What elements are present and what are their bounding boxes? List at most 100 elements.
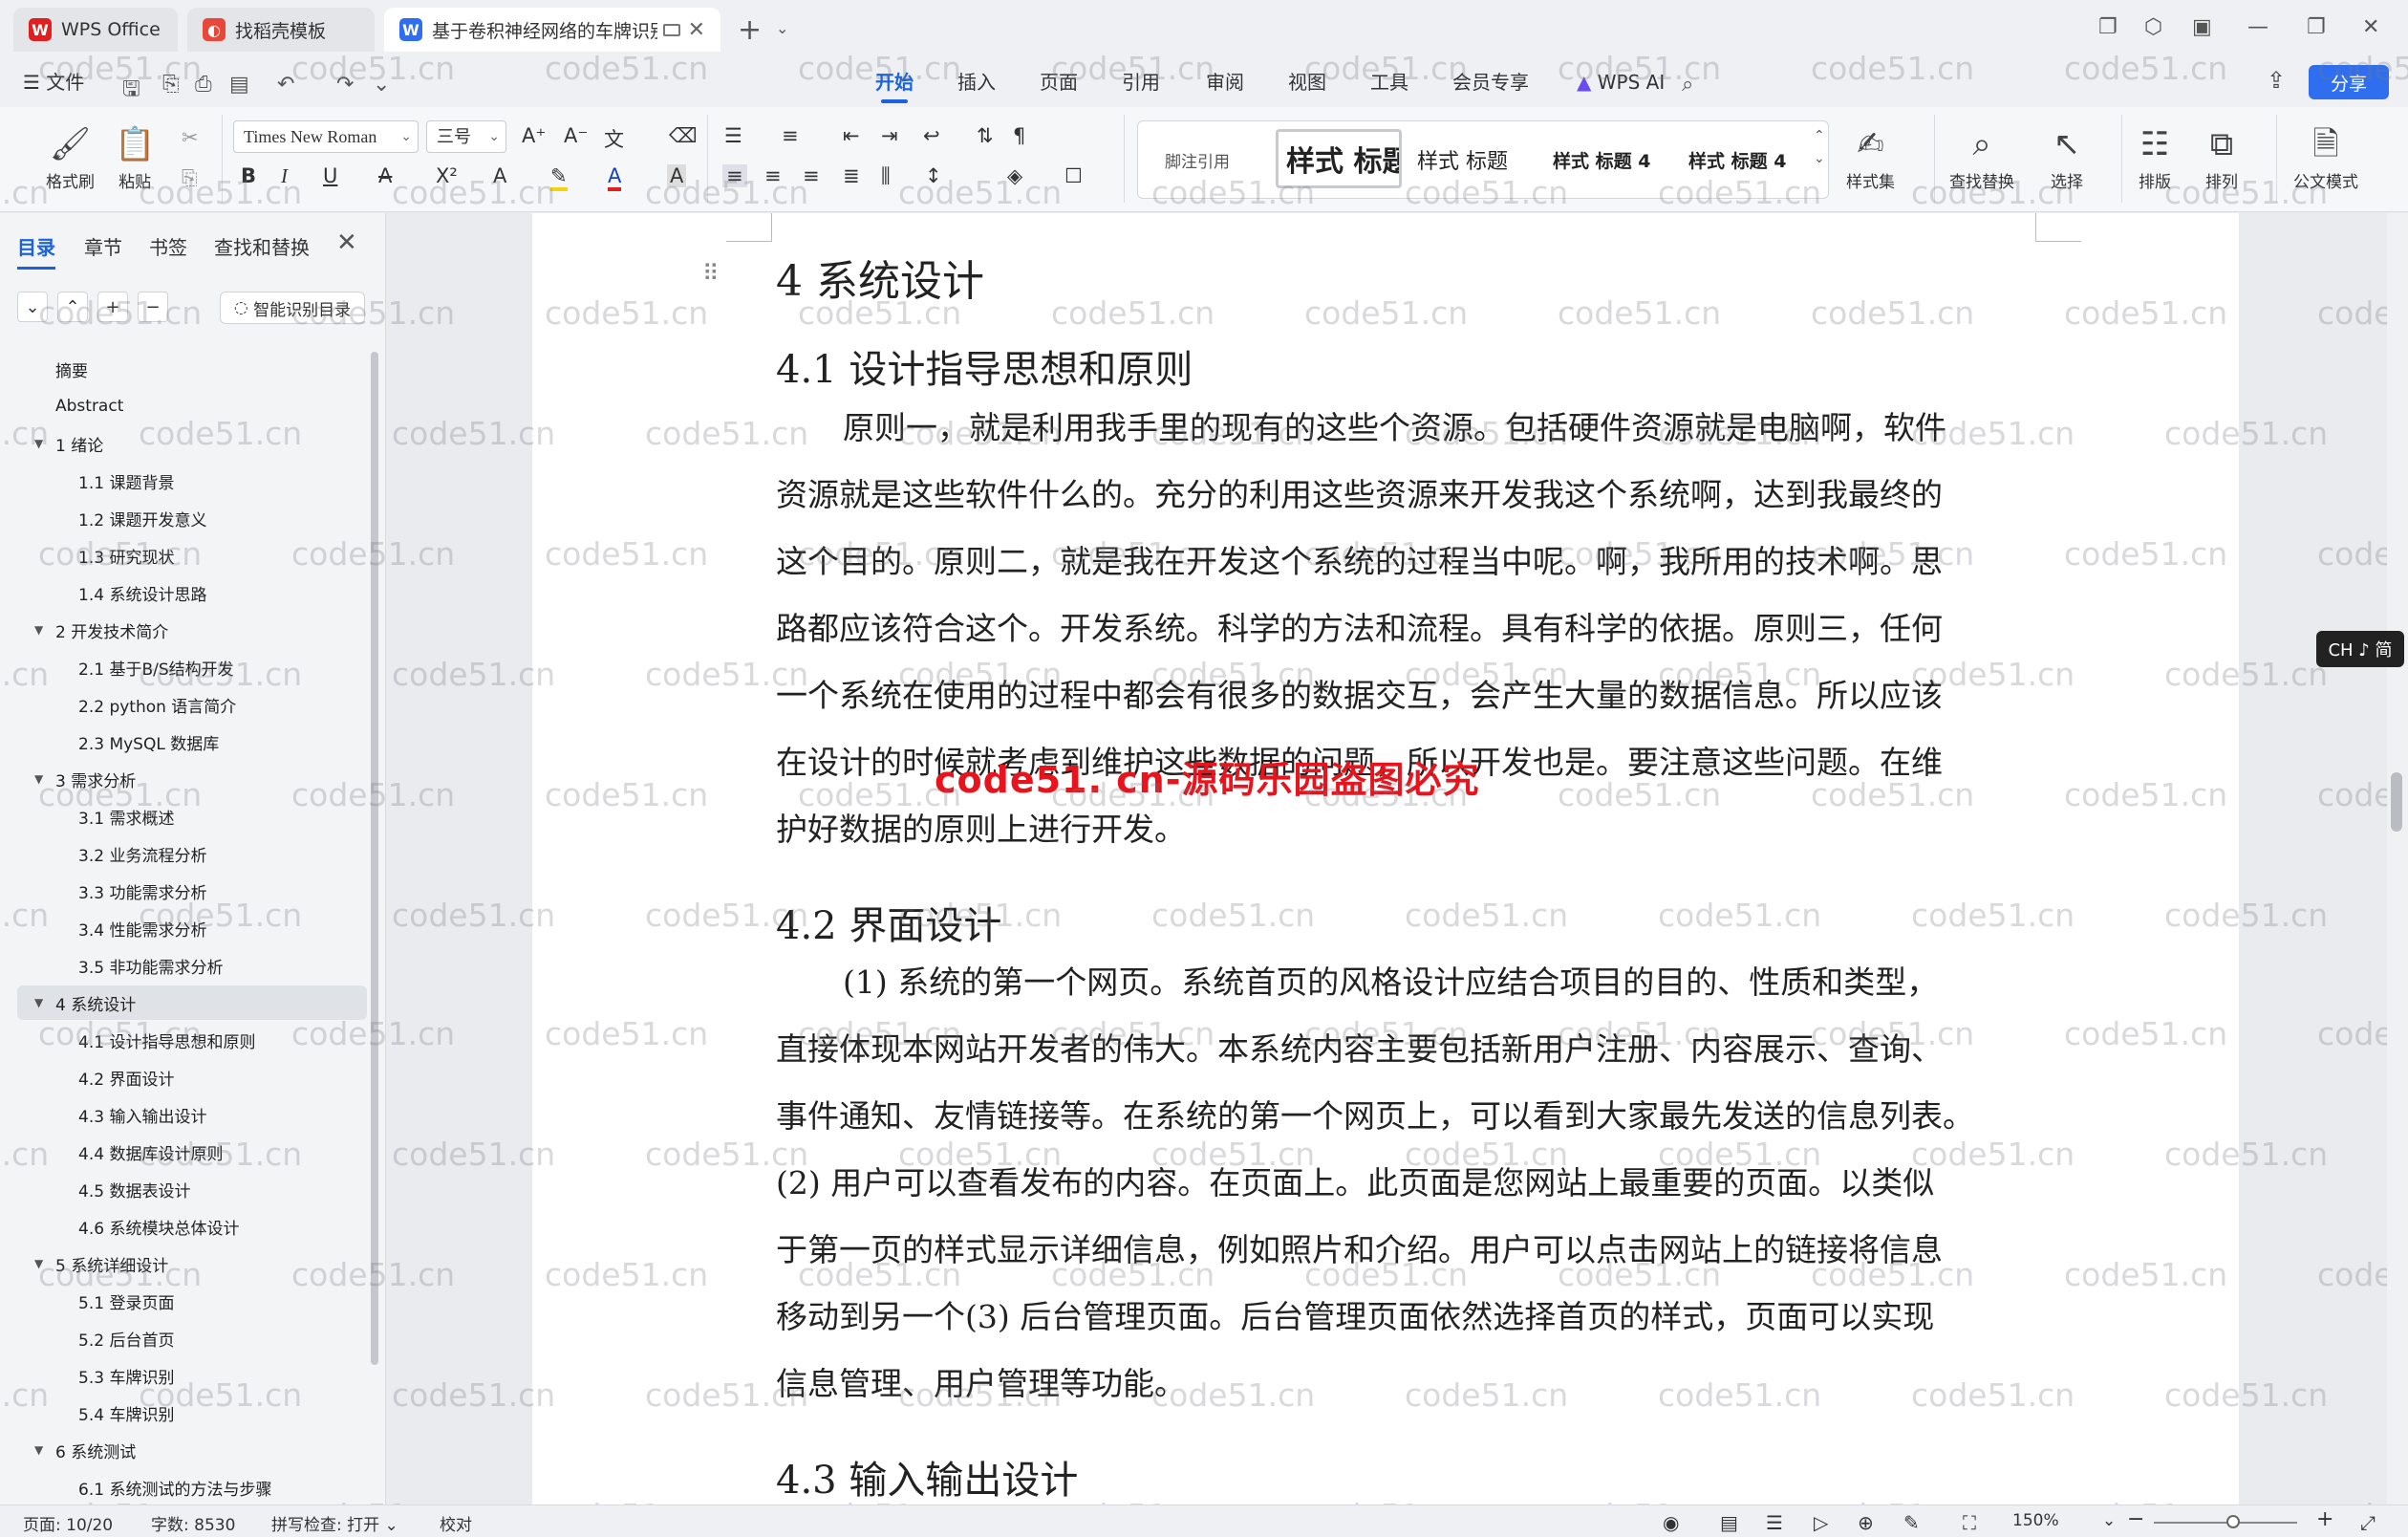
- smart-toc-button[interactable]: ◌ 智能识别目录: [220, 292, 365, 324]
- paragraph-line[interactable]: 护好数据的原则上进行开发。: [776, 796, 1186, 863]
- align-center-icon[interactable]: ≡: [764, 164, 782, 187]
- expand-arrow-icon[interactable]: ▼: [34, 996, 43, 1009]
- toc-item[interactable]: 6.1 系统测试的方法与步骤: [17, 1470, 367, 1505]
- ime-indicator[interactable]: CH ♪ 简: [2316, 631, 2404, 667]
- minimize-icon[interactable]: —: [2247, 15, 2268, 39]
- paste-button[interactable]: 📋 粘贴: [115, 120, 155, 192]
- toc-item[interactable]: 5.1 登录页面: [17, 1284, 367, 1318]
- cube-icon[interactable]: ⬡: [2144, 15, 2162, 39]
- numbering-icon[interactable]: ≡: [782, 124, 799, 147]
- heading-4-3[interactable]: 4.3 输入输出设计: [776, 1449, 1078, 1505]
- spell-check[interactable]: 拼写检查: 打开 ⌄: [271, 1511, 398, 1535]
- toc-item[interactable]: ▼ 5 系统详细设计: [17, 1246, 367, 1281]
- paragraph-line[interactable]: 路都应该符合这个。开发系统。科学的方法和流程。具有科学的依据。原则三，任何: [776, 595, 1943, 662]
- add-heading-button[interactable]: +: [97, 292, 128, 322]
- menu-references[interactable]: 引用: [1122, 67, 1160, 97]
- bold-icon[interactable]: B: [241, 164, 256, 187]
- zoom-slider[interactable]: [2154, 1522, 2297, 1524]
- eye-icon[interactable]: ◉: [1663, 1511, 1679, 1534]
- fullscreen-icon[interactable]: ⤢: [2360, 1511, 2376, 1534]
- paragraph-line[interactable]: 直接体现本网站开发者的伟大。本系统内容主要包括新用户注册、内容展示、查询、: [776, 1016, 1943, 1083]
- menu-review[interactable]: 审阅: [1206, 67, 1244, 97]
- increase-indent-icon[interactable]: ⇥: [881, 124, 898, 147]
- toc-item[interactable]: 3.1 需求概述: [17, 799, 367, 833]
- toc-item[interactable]: 3.2 业务流程分析: [17, 836, 367, 871]
- cut-icon[interactable]: ✂: [182, 126, 199, 149]
- close-window-icon[interactable]: ✕: [2362, 15, 2379, 39]
- tab-chapters[interactable]: 章节: [84, 232, 122, 260]
- toc-scrollbar[interactable]: [371, 352, 378, 1365]
- heading-4-1[interactable]: 4.1 设计指导思想和原则: [776, 338, 1193, 394]
- print-icon[interactable]: ⎙: [195, 73, 212, 97]
- page-view-icon[interactable]: ▤: [1720, 1511, 1738, 1534]
- proofread[interactable]: 校对: [440, 1511, 472, 1535]
- page-count[interactable]: 页面: 10/20: [23, 1511, 113, 1535]
- chevron-down-icon[interactable]: ⌄: [776, 19, 788, 37]
- outline-view-icon[interactable]: ☰: [1766, 1511, 1783, 1534]
- phonetic-icon[interactable]: 文: [604, 124, 624, 153]
- menu-tools[interactable]: 工具: [1370, 67, 1408, 97]
- copy-icon[interactable]: ⎘: [182, 166, 198, 190]
- toc-item[interactable]: 3.5 非功能需求分析: [17, 948, 367, 983]
- zoom-slider-thumb[interactable]: [2226, 1515, 2240, 1528]
- italic-icon[interactable]: I: [281, 164, 288, 188]
- toc-item[interactable]: 4.3 输入输出设计: [17, 1097, 367, 1132]
- heading-4-2[interactable]: 4.2 界面设计: [776, 895, 1001, 950]
- toc-item[interactable]: ▼ 4 系统设计: [17, 985, 367, 1020]
- fit-page-icon[interactable]: ⛶: [1963, 1511, 1976, 1534]
- sort-icon[interactable]: ⇅: [977, 124, 994, 147]
- align-left-icon[interactable]: ≡: [722, 164, 747, 187]
- menu-file[interactable]: ☰ 文件: [23, 67, 84, 97]
- new-tab-icon[interactable]: +: [738, 13, 762, 47]
- toc-item[interactable]: ▼ 3 需求分析: [17, 762, 367, 796]
- paragraph-line[interactable]: (2) 用户可以查看发布的内容。在页面上。此页面是您网站上最重要的页面。以类似: [776, 1150, 1934, 1217]
- search-icon[interactable]: ⌕: [1682, 73, 1693, 97]
- collapse-all-button[interactable]: ⌄: [17, 292, 48, 322]
- toc-item[interactable]: ▼ 1 绪论: [17, 426, 367, 461]
- toc-item[interactable]: ▼ 2 开发技术简介: [17, 613, 367, 647]
- close-pane-icon[interactable]: ✕: [336, 228, 357, 257]
- zoom-out-icon[interactable]: −: [2127, 1507, 2144, 1531]
- toc-item[interactable]: 2.3 MySQL 数据库: [17, 725, 367, 759]
- strikethrough-icon[interactable]: A: [378, 164, 392, 187]
- distributed-icon[interactable]: ⫼: [881, 164, 891, 188]
- find-replace-button[interactable]: ⌕ 查找替换: [1949, 120, 2014, 192]
- expand-up-button[interactable]: ⌃: [57, 292, 88, 322]
- line-spacing-icon[interactable]: ↕: [925, 164, 942, 187]
- heading-1[interactable]: 4 系统设计: [776, 247, 984, 308]
- font-color-icon[interactable]: A: [608, 164, 622, 191]
- scroll-thumb[interactable]: [2391, 772, 2402, 832]
- toc-item[interactable]: 4.6 系统模块总体设计: [17, 1209, 367, 1244]
- font-name-select[interactable]: Times New Roman ⌄: [233, 120, 419, 153]
- paragraph-line[interactable]: 原则一，就是利用我手里的现有的这些个资源。包括硬件资源就是电脑啊，软件: [843, 395, 1946, 462]
- toc-item[interactable]: 1.1 课题背景: [17, 464, 367, 498]
- menu-member[interactable]: 会员专享: [1452, 67, 1529, 97]
- highlight-icon[interactable]: ✎: [550, 164, 568, 191]
- toc-item[interactable]: 4.4 数据库设计原则: [17, 1135, 367, 1169]
- style-set-button[interactable]: ✍ 样式集: [1846, 120, 1895, 192]
- expand-arrow-icon[interactable]: ▼: [34, 623, 43, 637]
- toc-item[interactable]: 5.4 车牌识别: [17, 1396, 367, 1430]
- menu-insert[interactable]: 插入: [957, 67, 996, 97]
- toc-item[interactable]: 2.1 基于B/S结构开发: [17, 650, 367, 684]
- drag-handle-icon[interactable]: ⠿: [702, 260, 720, 287]
- zoom-in-icon[interactable]: +: [2316, 1507, 2333, 1531]
- paragraph-line[interactable]: 于第一页的样式显示详细信息，例如照片和介绍。用户可以点击网站上的链接将信息: [776, 1217, 1943, 1284]
- save-icon[interactable]: 🖫: [122, 73, 140, 109]
- justify-icon[interactable]: ≣: [843, 164, 860, 187]
- paragraph-line[interactable]: 一个系统在使用的过程中都会有很多的数据交互，会产生大量的数据信息。所以应该: [776, 662, 1943, 729]
- toc-item[interactable]: 1.2 课题开发意义: [17, 501, 367, 535]
- tab-find-replace[interactable]: 查找和替换: [214, 232, 310, 260]
- share-button[interactable]: 分享: [2309, 65, 2389, 99]
- clear-format-icon[interactable]: ⌫: [669, 124, 698, 147]
- underline-icon[interactable]: U: [323, 164, 337, 187]
- paragraph-line[interactable]: 信息管理、用户管理等功能。: [776, 1351, 1186, 1418]
- grow-font-icon[interactable]: A⁺: [522, 124, 546, 147]
- paragraph-line[interactable]: 这个目的。原则二，就是我在开发这个系统的过程当中呢。啊，我所用的技术啊。思: [776, 529, 1943, 595]
- paragraph-line[interactable]: 事件通知、友情链接等。在系统的第一个网页上，可以看到大家最先发送的信息列表。: [776, 1083, 1974, 1150]
- superscript-icon[interactable]: X²: [436, 164, 458, 187]
- avatar-icon[interactable]: ▣: [2192, 15, 2212, 39]
- monitor-icon[interactable]: [662, 23, 680, 36]
- official-mode-button[interactable]: 🗎 公文模式: [2293, 120, 2358, 192]
- toc-item[interactable]: 4.2 界面设计: [17, 1060, 367, 1094]
